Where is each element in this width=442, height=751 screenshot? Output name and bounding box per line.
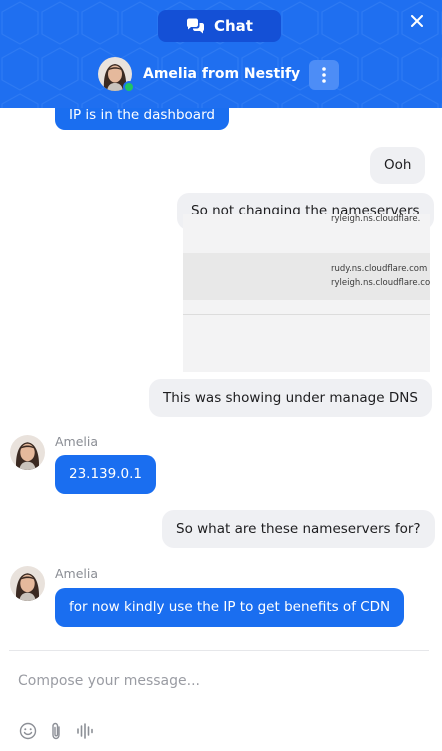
chat-bubbles-icon <box>187 18 204 34</box>
agent-message: 23.139.0.1 <box>55 455 156 494</box>
sender-name: Amelia <box>55 566 99 581</box>
composer-divider <box>9 650 429 651</box>
more-vertical-icon <box>322 67 326 83</box>
sender-name: Amelia <box>55 434 99 449</box>
agent-avatar <box>98 57 135 93</box>
screenshot-rule <box>183 314 430 315</box>
attach-button[interactable] <box>46 721 66 741</box>
message-list[interactable]: IP is in the dashboard Ooh So not changi… <box>0 100 442 648</box>
chat-widget: Chat Amelia from Nestify IP is in the da… <box>0 0 442 751</box>
chat-header: Chat Amelia from Nestify <box>0 0 442 108</box>
tab-chat-label: Chat <box>214 17 253 35</box>
avatar-photo <box>10 566 45 601</box>
user-message: Ooh <box>370 147 426 184</box>
user-message: So what are these nameservers for? <box>162 510 435 548</box>
close-icon <box>411 15 423 27</box>
close-button[interactable] <box>408 12 426 30</box>
agent-avatar <box>10 435 45 470</box>
screenshot-text: ryleigh.ns.cloudflare.com <box>331 278 430 288</box>
voice-icon <box>77 723 93 739</box>
attached-screenshot[interactable]: ryleigh.ns.cloudflare. rudy.ns.cloudflar… <box>183 214 430 372</box>
voice-button[interactable] <box>75 721 95 741</box>
screenshot-text: rudy.ns.cloudflare.com <box>331 264 428 274</box>
agent-avatar <box>10 566 45 601</box>
emoji-icon <box>19 722 37 740</box>
emoji-button[interactable] <box>18 721 38 741</box>
agent-message: for now kindly use the IP to get benefit… <box>55 588 405 627</box>
online-status-dot <box>123 81 135 93</box>
avatar-photo <box>10 435 45 470</box>
attachment-icon <box>52 722 60 739</box>
tab-chat[interactable]: Chat <box>158 10 281 42</box>
more-options-button[interactable] <box>309 60 339 90</box>
agent-info: Amelia from Nestify <box>98 57 301 93</box>
message-input[interactable] <box>18 668 418 694</box>
agent-name: Amelia from Nestify <box>143 66 301 82</box>
screenshot-text: ryleigh.ns.cloudflare. <box>331 214 421 224</box>
user-message: This was showing under manage DNS <box>149 379 432 417</box>
screenshot-band <box>183 253 430 300</box>
